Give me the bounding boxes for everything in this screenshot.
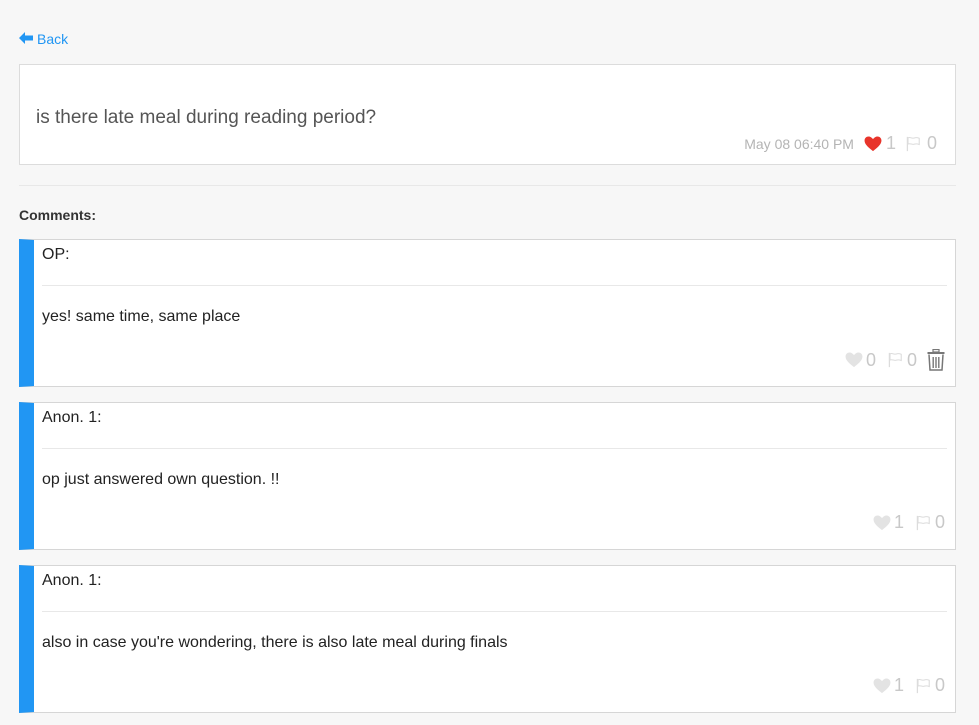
heart-icon[interactable] bbox=[864, 135, 882, 152]
post-card: is there late meal during reading period… bbox=[19, 64, 956, 165]
comment-separator bbox=[42, 611, 947, 612]
comment-card: OP: yes! same time, same place 0 0 bbox=[19, 239, 956, 387]
post-flag-count: 0 bbox=[926, 133, 937, 153]
comments-heading: Comments: bbox=[19, 207, 97, 223]
back-link[interactable]: Back bbox=[19, 31, 68, 47]
heart-icon[interactable] bbox=[845, 352, 863, 368]
comment-text: yes! same time, same place bbox=[42, 308, 241, 325]
comment-like-count: 0 bbox=[865, 349, 876, 370]
comment-separator bbox=[42, 448, 947, 449]
back-label: Back bbox=[37, 31, 69, 47]
heart-icon[interactable] bbox=[873, 514, 891, 531]
flag-icon[interactable] bbox=[904, 136, 922, 152]
comment-like-count: 1 bbox=[893, 512, 904, 532]
comment-flag-count: 0 bbox=[934, 675, 945, 695]
comment-card: Anon. 1: also in case you're wondering, … bbox=[19, 565, 956, 713]
comment-text: op just answered own question. !! bbox=[42, 471, 280, 488]
comment-actions: 1 0 bbox=[873, 675, 945, 696]
flag-icon[interactable] bbox=[914, 678, 932, 694]
comment-flag-count: 0 bbox=[934, 512, 945, 532]
comment-actions: 0 0 bbox=[845, 349, 945, 371]
heart-icon[interactable] bbox=[873, 677, 891, 694]
comment-card: Anon. 1: op just answered own question. … bbox=[19, 402, 956, 550]
comment-author: Anon. 1: bbox=[42, 572, 102, 589]
comment-like-count: 1 bbox=[893, 675, 904, 695]
post-text: is there late meal during reading period… bbox=[36, 107, 377, 128]
comment-author: Anon. 1: bbox=[42, 409, 102, 426]
comment-actions: 1 0 bbox=[873, 512, 945, 533]
comment-flag-count: 0 bbox=[906, 349, 917, 370]
comment-author: OP: bbox=[42, 246, 70, 263]
comment-separator bbox=[42, 285, 947, 286]
post-like-count: 1 bbox=[885, 133, 896, 153]
post-meta: May 08 06:40 PM 1 0 bbox=[744, 133, 937, 154]
post-timestamp: May 08 06:40 PM bbox=[744, 135, 854, 152]
flag-icon[interactable] bbox=[914, 515, 932, 531]
trash-icon[interactable] bbox=[927, 349, 945, 371]
arrow-left-icon bbox=[19, 31, 33, 47]
comment-text: also in case you're wondering, there is … bbox=[42, 634, 508, 651]
flag-icon[interactable] bbox=[886, 352, 904, 368]
divider bbox=[19, 185, 956, 186]
